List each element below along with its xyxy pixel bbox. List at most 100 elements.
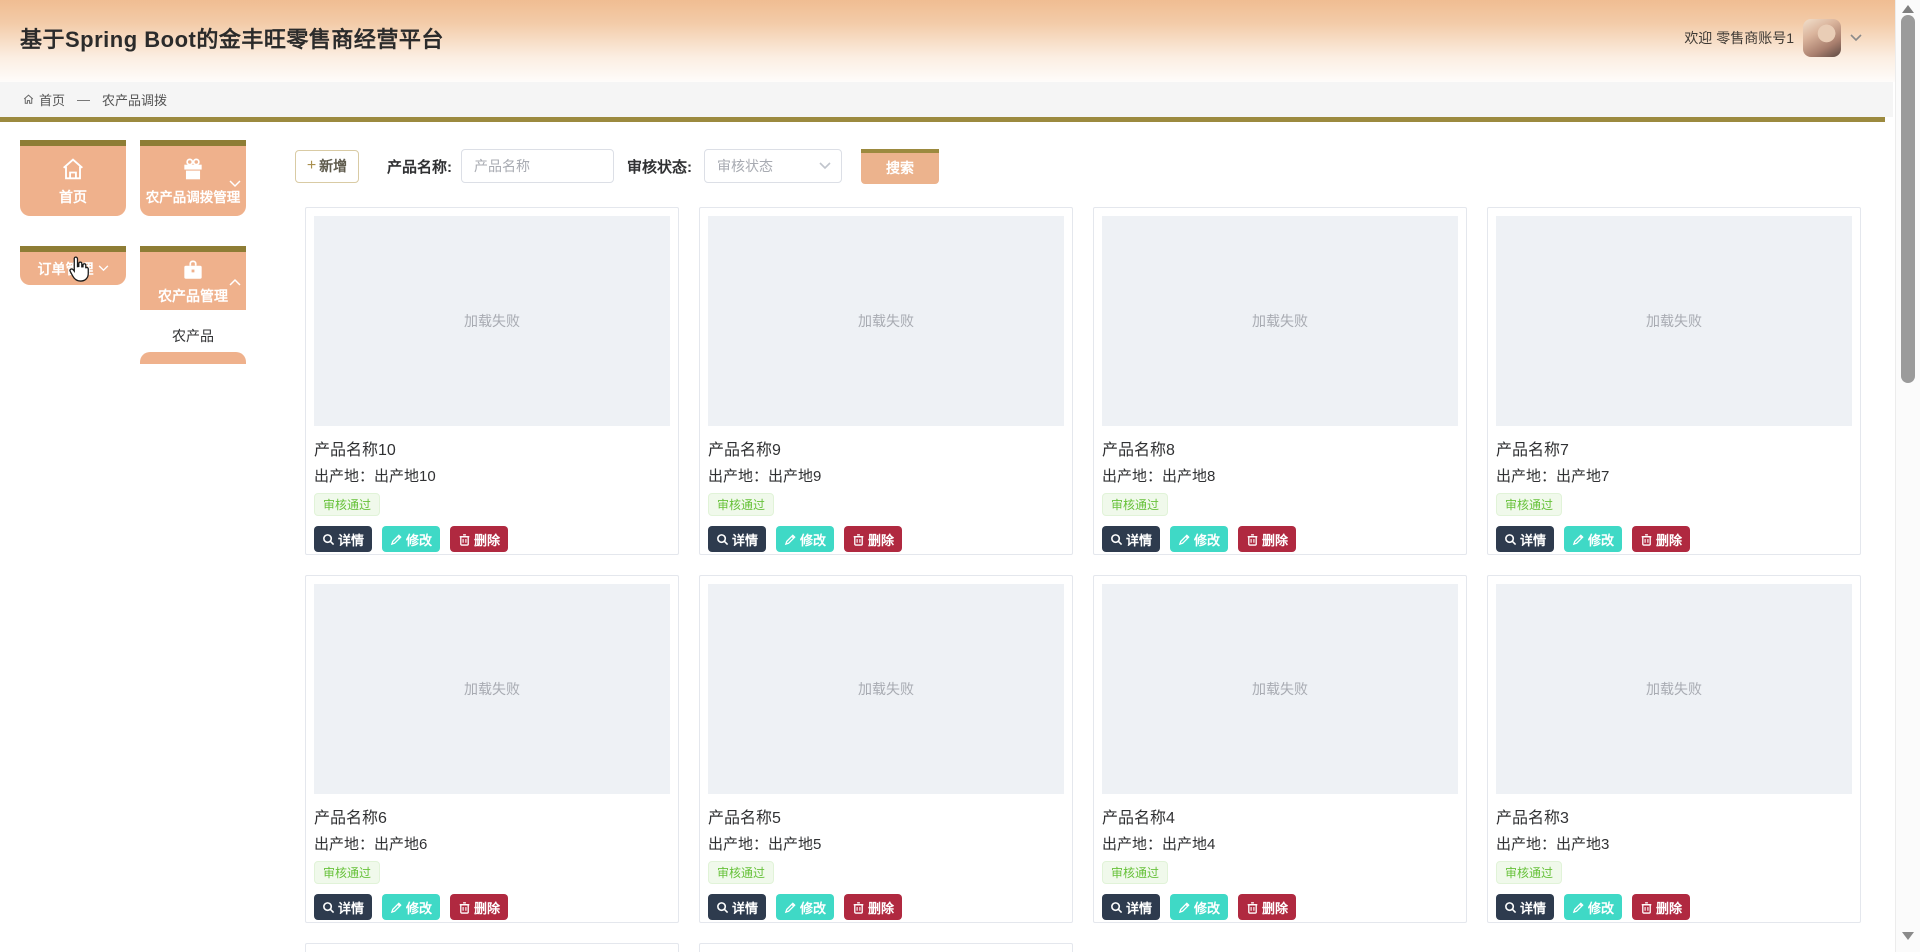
delete-button[interactable]: 删除 xyxy=(1238,526,1297,552)
card-actions: 详情 修改 删除 xyxy=(1102,526,1458,552)
product-image-placeholder: 加载失败 xyxy=(314,216,670,426)
status-badge: 审核通过 xyxy=(1102,861,1169,884)
detail-button[interactable]: 详情 xyxy=(314,894,373,920)
edit-button[interactable]: 修改 xyxy=(382,894,441,920)
trash-icon xyxy=(459,533,470,546)
product-name-input[interactable] xyxy=(461,149,614,183)
card-actions: 详情 修改 删除 xyxy=(1496,894,1852,920)
status-badge: 审核通过 xyxy=(314,861,381,884)
search-button[interactable]: 搜索 xyxy=(861,148,939,184)
page: 基于Spring Boot的金丰旺零售商经营平台 欢迎 零售商账号1 首页 — … xyxy=(0,0,1920,952)
sidebar-subitem-product[interactable]: 农产品 xyxy=(140,320,246,352)
detail-button[interactable]: 详情 xyxy=(708,526,767,552)
trash-icon xyxy=(853,533,864,546)
trash-icon xyxy=(459,901,470,914)
gift-icon xyxy=(184,157,202,179)
delete-button[interactable]: 删除 xyxy=(450,526,509,552)
product-card: 加载失败 产品名称7 出产地：出产地7 审核通过 详情 修改 删除 xyxy=(1487,207,1861,555)
chevron-down-icon xyxy=(229,180,241,188)
card-actions: 详情 修改 删除 xyxy=(1102,894,1458,920)
status-label: 审核状态: xyxy=(627,158,692,176)
sidebar-item-order-manage[interactable]: 订单管理 xyxy=(20,246,126,285)
delete-button[interactable]: 删除 xyxy=(1632,894,1691,920)
detail-button[interactable]: 详情 xyxy=(708,894,767,920)
product-card: 加载失败 产品名称4 出产地：出产地4 审核通过 详情 修改 删除 xyxy=(1093,575,1467,923)
product-origin: 出产地：出产地10 xyxy=(314,468,436,485)
pencil-icon xyxy=(784,533,796,545)
edit-button[interactable]: 修改 xyxy=(1170,526,1229,552)
delete-button[interactable]: 删除 xyxy=(1238,894,1297,920)
sidebar-item-diaobo-manage[interactable]: 农产品调拨管理 xyxy=(140,140,246,216)
sidebar-item-label: 农产品管理 xyxy=(158,287,228,304)
product-origin: 出产地：出产地8 xyxy=(1102,468,1216,485)
sidebar-item-label: 首页 xyxy=(59,188,87,205)
delete-button[interactable]: 删除 xyxy=(450,894,509,920)
detail-button[interactable]: 详情 xyxy=(314,526,373,552)
user-menu[interactable]: 欢迎 零售商账号1 xyxy=(1684,16,1862,60)
edit-button[interactable]: 修改 xyxy=(1564,526,1623,552)
status-badge: 审核通过 xyxy=(1102,493,1169,516)
scrollbar-thumb[interactable] xyxy=(1901,15,1915,383)
pencil-icon xyxy=(390,533,402,545)
card-actions: 详情 修改 删除 xyxy=(314,526,670,552)
sidebar-item-product-manage[interactable]: 农产品管理 xyxy=(140,246,246,310)
sidebar-submenu-footer xyxy=(140,352,246,364)
avatar[interactable] xyxy=(1803,19,1841,57)
product-image-placeholder: 加载失败 xyxy=(1102,216,1458,426)
pencil-icon xyxy=(1572,533,1584,545)
trash-icon xyxy=(1247,533,1258,546)
trash-icon xyxy=(1247,901,1258,914)
detail-button[interactable]: 详情 xyxy=(1102,894,1161,920)
edit-button[interactable]: 修改 xyxy=(1564,894,1623,920)
product-card: 加载失败 产品名称10 出产地：出产地10 审核通过 详情 修改 删除 xyxy=(305,207,679,555)
pencil-icon xyxy=(390,901,402,913)
status-badge: 审核通过 xyxy=(1496,493,1563,516)
edit-button[interactable]: 修改 xyxy=(776,526,835,552)
search-icon xyxy=(323,533,335,545)
chevron-down-icon xyxy=(819,162,831,170)
product-name: 产品名称3 xyxy=(1496,810,1569,827)
scroll-up-arrow[interactable] xyxy=(1902,5,1914,13)
toolbar: + 新增 产品名称: 审核状态: 审核状态 搜索 xyxy=(295,148,939,184)
edit-button[interactable]: 修改 xyxy=(776,894,835,920)
scrollbar xyxy=(1895,0,1920,952)
breadcrumb-home[interactable]: 首页 xyxy=(22,90,65,109)
status-badge: 审核通过 xyxy=(708,493,775,516)
chevron-down-icon[interactable] xyxy=(1850,34,1862,42)
breadcrumb: 首页 — 农产品调拨 xyxy=(0,82,1893,117)
status-select[interactable]: 审核状态 xyxy=(704,149,842,183)
detail-button[interactable]: 详情 xyxy=(1102,526,1161,552)
search-icon xyxy=(323,901,335,913)
product-card-partial xyxy=(699,943,1073,952)
add-button[interactable]: + 新增 xyxy=(295,149,359,183)
divider xyxy=(0,117,1885,122)
search-icon xyxy=(1111,901,1123,913)
edit-button[interactable]: 修改 xyxy=(1170,894,1229,920)
sidebar-item-home[interactable]: 首页 xyxy=(20,140,126,216)
edit-button[interactable]: 修改 xyxy=(382,526,441,552)
trash-icon xyxy=(1641,901,1652,914)
product-card: 加载失败 产品名称5 出产地：出产地5 审核通过 详情 修改 删除 xyxy=(699,575,1073,923)
trash-icon xyxy=(853,901,864,914)
username: 零售商账号1 xyxy=(1716,30,1794,46)
plus-icon: + xyxy=(306,157,317,174)
welcome-text: 欢迎 零售商账号1 xyxy=(1684,30,1794,46)
scroll-down-arrow[interactable] xyxy=(1902,932,1914,940)
delete-button[interactable]: 删除 xyxy=(1632,526,1691,552)
app-title: 基于Spring Boot的金丰旺零售商经营平台 xyxy=(20,27,444,52)
product-image-placeholder: 加载失败 xyxy=(314,584,670,794)
detail-button[interactable]: 详情 xyxy=(1496,894,1555,920)
home-icon xyxy=(63,157,83,179)
status-select-value: 审核状态 xyxy=(717,158,773,174)
detail-button[interactable]: 详情 xyxy=(1496,526,1555,552)
card-actions: 详情 修改 删除 xyxy=(314,894,670,920)
delete-button[interactable]: 删除 xyxy=(844,526,903,552)
delete-button[interactable]: 删除 xyxy=(844,894,903,920)
product-image-placeholder: 加载失败 xyxy=(1496,216,1852,426)
sidebar-item-label: 农产品调拨管理 xyxy=(145,189,241,205)
product-card: 加载失败 产品名称6 出产地：出产地6 审核通过 详情 修改 删除 xyxy=(305,575,679,923)
trash-icon xyxy=(1641,533,1652,546)
product-origin: 出产地：出产地9 xyxy=(708,468,822,485)
product-image-placeholder: 加载失败 xyxy=(1496,584,1852,794)
product-card: 加载失败 产品名称3 出产地：出产地3 审核通过 详情 修改 删除 xyxy=(1487,575,1861,923)
